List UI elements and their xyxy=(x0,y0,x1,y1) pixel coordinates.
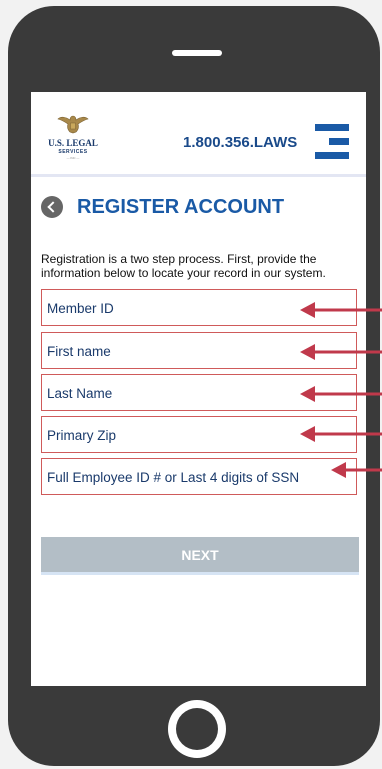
primary-zip-field[interactable]: Primary Zip xyxy=(41,416,357,453)
home-button-inner xyxy=(176,708,218,750)
logo-tagline: — INC — xyxy=(66,156,80,160)
logo-name: U.S. LEGAL xyxy=(48,138,98,148)
phone-number-link[interactable]: 1.800.356.LAWS xyxy=(183,134,297,151)
employee-id-ssn-field[interactable]: Full Employee ID # or Last 4 digits of S… xyxy=(41,458,357,495)
back-arrow-icon[interactable] xyxy=(41,196,63,218)
app-header: U.S. LEGAL SERVICES — INC — 1.800.356.LA… xyxy=(31,92,366,177)
member-id-field[interactable]: Member ID xyxy=(41,289,357,326)
speaker-grille xyxy=(172,50,222,56)
eagle-icon xyxy=(57,115,89,134)
hamburger-menu-icon[interactable] xyxy=(315,124,349,160)
next-button[interactable]: NEXT xyxy=(41,537,359,575)
app-screen: U.S. LEGAL SERVICES — INC — 1.800.356.LA… xyxy=(31,92,366,686)
intro-text: Registration is a two step process. Firs… xyxy=(41,252,326,280)
page-title: REGISTER ACCOUNT xyxy=(77,196,285,218)
last-name-field[interactable]: Last Name xyxy=(41,374,357,411)
company-logo[interactable]: U.S. LEGAL SERVICES — INC — xyxy=(43,114,103,162)
first-name-field[interactable]: First name xyxy=(41,332,357,369)
logo-subtitle: SERVICES xyxy=(58,149,88,155)
